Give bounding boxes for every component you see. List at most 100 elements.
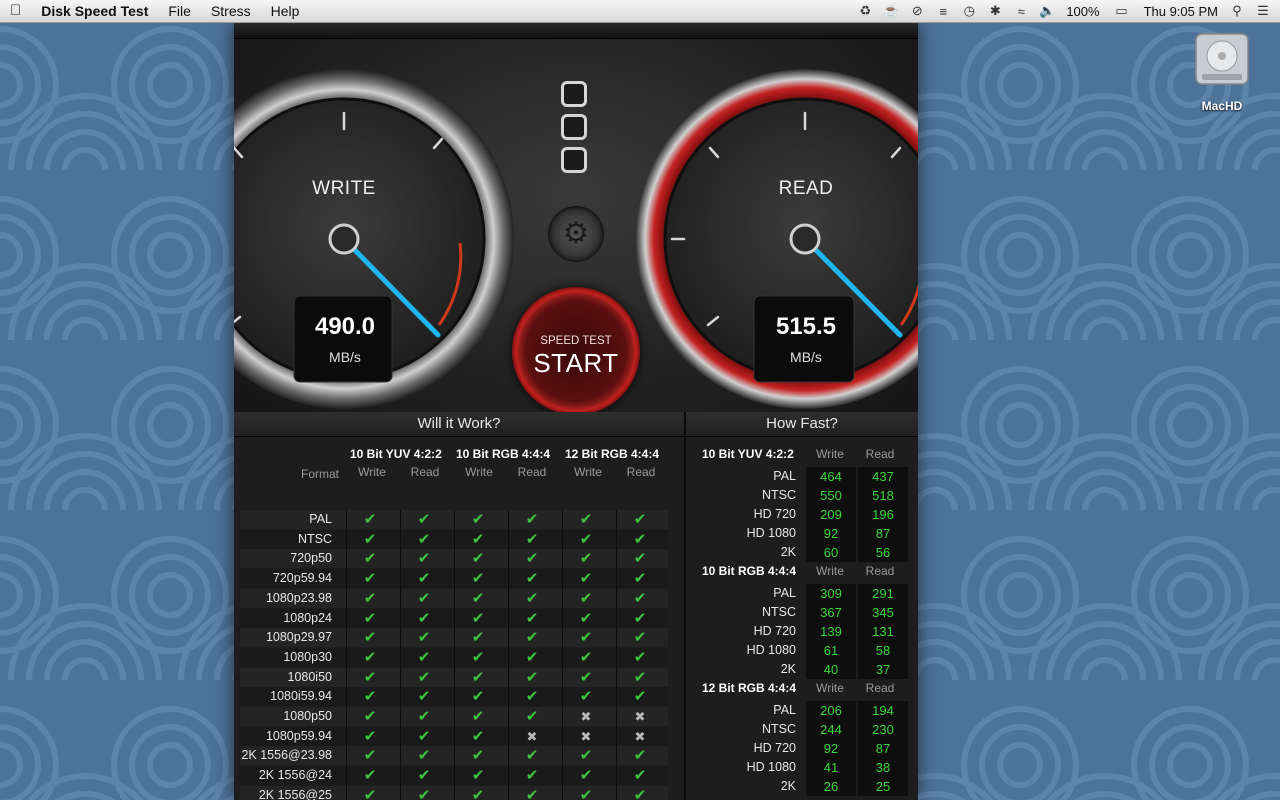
spotlight-search-icon[interactable]: ⚲ (1230, 3, 1244, 18)
how-fast-row: PAL 464 437 (698, 467, 908, 486)
cross-icon: ✖ (634, 709, 646, 724)
check-icon: ✔ (525, 747, 539, 765)
write-fps-value: 464 (806, 467, 856, 486)
check-icon: ✔ (363, 648, 377, 666)
read-fps-value: 518 (858, 486, 908, 505)
column-separator (616, 510, 617, 800)
check-icon: ✔ (471, 767, 485, 785)
resolution-name: NTSC (761, 722, 796, 736)
format-name: 1080p30 (283, 649, 332, 664)
read-speed-value: 515.5 (775, 313, 837, 340)
clock[interactable]: Thu 9:05 PM (1144, 4, 1218, 19)
check-icon: ✔ (579, 609, 593, 627)
window-title-strip[interactable] (234, 22, 918, 39)
write-column-label: Write (816, 564, 844, 578)
check-icon: ✔ (579, 589, 593, 607)
check-icon: ✔ (417, 648, 431, 666)
format-name: 2K 1556@23.98 (241, 748, 332, 763)
check-icon: ✔ (417, 668, 431, 686)
check-icon: ✔ (471, 727, 485, 745)
drive-slot-3-button[interactable] (561, 147, 587, 173)
read-column-label: Read (865, 564, 895, 578)
read-column-label: Read (865, 681, 895, 695)
cross-icon: ✖ (526, 728, 538, 744)
write-fps-value: 550 (806, 486, 856, 505)
format-name: 2K 1556@24 (258, 768, 332, 783)
check-icon: ✔ (633, 511, 647, 528)
check-icon: ✔ (633, 648, 647, 666)
settings-button[interactable]: ⚙ (548, 206, 604, 262)
read-fps-value: 131 (858, 622, 908, 641)
write-fps-value: 41 (806, 758, 856, 777)
format-name: NTSC (297, 531, 332, 546)
desktop-drive[interactable]: MacHD (1188, 30, 1256, 113)
format-name: 1080i59.94 (270, 689, 332, 704)
app-menu[interactable]: Disk Speed Test (31, 0, 158, 22)
subcol-rgb12-write: Write (574, 465, 602, 479)
check-icon: ✔ (417, 688, 431, 706)
cross-icon: ✖ (580, 709, 592, 724)
disk-list-icon[interactable]: ≡ (936, 4, 950, 19)
time-machine-icon[interactable]: ◷ (962, 3, 976, 18)
check-icon: ✔ (363, 727, 377, 745)
write-fps-value: 92 (806, 739, 856, 758)
menu-file[interactable]: File (158, 0, 201, 22)
write-fps-value: 244 (806, 720, 856, 739)
write-fps-value: 61 (806, 641, 856, 660)
write-fps-value: 309 (806, 584, 856, 603)
speed-test-start-button[interactable]: SPEED TEST START (512, 287, 640, 415)
check-icon: ✔ (363, 688, 377, 706)
check-icon: ✔ (525, 609, 539, 627)
check-icon: ✔ (579, 688, 593, 706)
subcol-yuv-read: Read (410, 465, 440, 479)
notification-list-icon[interactable]: ☰ (1256, 3, 1270, 18)
wifi-icon[interactable]: ≈ (1014, 4, 1028, 19)
resolution-name: HD 1080 (746, 760, 796, 774)
column-separator (508, 510, 509, 800)
how-fast-row: PAL 206 194 (698, 701, 908, 720)
check-icon: ✔ (633, 609, 647, 627)
coffee-cup-icon[interactable]: ☕ (883, 3, 899, 18)
no-sign-icon[interactable]: ⊘ (910, 3, 924, 18)
menu-stress[interactable]: Stress (201, 0, 261, 22)
resolution-name: PAL (773, 703, 796, 717)
battery-percent[interactable]: 100% (1066, 4, 1099, 19)
how-fast-row: NTSC 244 230 (698, 720, 908, 739)
check-icon: ✔ (525, 708, 539, 725)
check-icon: ✔ (579, 786, 593, 800)
check-icon: ✔ (363, 786, 377, 800)
check-icon: ✔ (363, 570, 377, 588)
bluetooth-icon[interactable]: ✱ (988, 3, 1002, 18)
check-icon: ✔ (471, 589, 485, 607)
how-fast-row: HD 720 209 196 (698, 505, 908, 524)
check-icon: ✔ (525, 668, 539, 686)
check-icon: ✔ (633, 570, 647, 588)
column-separator (454, 510, 455, 800)
start-button-caption: SPEED TEST (540, 335, 612, 347)
check-icon: ✔ (417, 708, 431, 725)
apple-menu-icon[interactable]:  (0, 0, 31, 22)
resolution-name: HD 1080 (746, 643, 796, 657)
check-icon: ✔ (417, 747, 431, 765)
resolution-name: HD 720 (753, 624, 796, 638)
menu-help[interactable]: Help (261, 0, 310, 22)
check-icon: ✔ (363, 767, 377, 785)
battery-icon[interactable]: ▭ (1112, 3, 1132, 18)
drive-slot-1-button[interactable] (561, 81, 587, 107)
broom-icon[interactable]: ♻ (858, 3, 872, 18)
check-icon: ✔ (417, 727, 431, 745)
resolution-name: HD 720 (753, 507, 796, 521)
resolution-name: PAL (773, 469, 796, 483)
how-fast-group-title: 10 Bit RGB 4:4:4 (702, 564, 797, 578)
write-column-label: Write (816, 447, 844, 461)
check-icon: ✔ (579, 550, 593, 568)
read-fps-value: 25 (858, 777, 908, 796)
volume-icon[interactable]: 🔈 (1039, 3, 1055, 18)
drive-slot-2-button[interactable] (561, 114, 587, 140)
check-icon: ✔ (471, 648, 485, 666)
how-fast-row: NTSC 550 518 (698, 486, 908, 505)
how-fast-row: 2K 40 37 (698, 660, 908, 679)
check-icon: ✔ (363, 629, 377, 647)
column-separator (400, 510, 401, 800)
drive-label: MacHD (1201, 99, 1243, 113)
